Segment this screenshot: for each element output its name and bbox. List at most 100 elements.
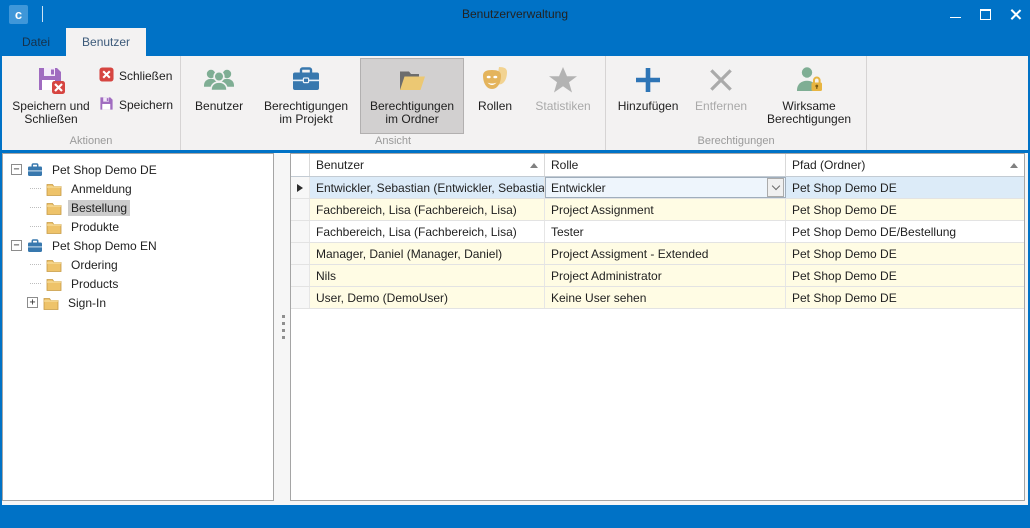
cell-pfad[interactable]: Pet Shop Demo DE [786, 199, 1024, 220]
rollen-button[interactable]: Rollen [466, 58, 524, 134]
tree-connector [30, 264, 41, 265]
cell-pfad[interactable]: Pet Shop Demo DE/Bestellung [786, 221, 1024, 242]
tree-connector [30, 207, 41, 208]
folder-tree: − Pet Shop Demo DE [2, 153, 274, 501]
tree-item-ordering[interactable]: Ordering [3, 255, 273, 274]
permissions-grid: Benutzer Rolle Pfad (Ordner) Entwickler,… [290, 153, 1025, 501]
close-icon [1010, 9, 1021, 20]
table-row[interactable]: Nils Project Administrator Pet Shop Demo… [291, 265, 1024, 287]
open-folder-icon [396, 63, 428, 97]
entfernen-label: Entfernen [695, 100, 747, 113]
ribbon-group-ansicht: Benutzer Berechtigungen im Projekt [181, 56, 606, 150]
cell-rolle[interactable]: Project Administrator [545, 265, 786, 286]
user-lock-icon [793, 63, 825, 97]
tree-item-produkte[interactable]: Produkte [3, 217, 273, 236]
panel-splitter[interactable] [276, 153, 290, 501]
cell-pfad[interactable]: Pet Shop Demo DE [786, 287, 1024, 308]
hinzufuegen-label: Hinzufügen [618, 100, 679, 113]
minimize-button[interactable] [940, 0, 970, 28]
cell-rolle[interactable]: Keine User sehen [545, 287, 786, 308]
cell-benutzer[interactable]: Fachbereich, Lisa (Fachbereich, Lisa) [310, 221, 545, 242]
users-icon [202, 63, 236, 97]
minimize-icon [950, 17, 961, 18]
tree-item-sign-in[interactable]: + Sign-In [3, 293, 273, 312]
row-indicator-header [291, 154, 310, 176]
cell-pfad[interactable]: Pet Shop Demo DE [786, 265, 1024, 286]
rolle-combobox-value: Entwickler [551, 181, 606, 195]
folder-icon [46, 276, 63, 291]
tree-label: Sign-In [65, 295, 109, 311]
column-header-label: Rolle [551, 158, 578, 172]
sort-ascending-icon [1010, 163, 1018, 168]
column-header-label: Benutzer [316, 158, 364, 172]
table-row[interactable]: Manager, Daniel (Manager, Daniel) Projec… [291, 243, 1024, 265]
close-button[interactable] [1000, 0, 1030, 28]
cell-benutzer[interactable]: Manager, Daniel (Manager, Daniel) [310, 243, 545, 264]
expander-plus-icon[interactable]: + [27, 297, 38, 308]
folder-icon [46, 257, 63, 272]
tree-item-pet-shop-demo-en[interactable]: − Pet Shop Demo EN [3, 236, 273, 255]
column-header-pfad[interactable]: Pfad (Ordner) [786, 154, 1024, 176]
app-window: c Benutzerverwaltung Datei Benutzer [0, 0, 1030, 528]
cell-pfad[interactable]: Pet Shop Demo DE [786, 243, 1024, 264]
group-caption-aktionen: Aktionen [2, 134, 180, 150]
hinzufuegen-button[interactable]: Hinzufügen [611, 58, 685, 134]
ribbon-group-aktionen: Speichern und Schließen Schließen [2, 56, 181, 150]
cell-rolle[interactable]: Project Assignment [545, 199, 786, 220]
quick-access-separator [42, 6, 43, 22]
main-content: − Pet Shop Demo DE [2, 153, 1028, 505]
cell-pfad[interactable]: Pet Shop Demo DE [786, 177, 1024, 198]
tree-item-anmeldung[interactable]: Anmeldung [3, 179, 273, 198]
dropdown-button[interactable] [767, 178, 784, 197]
schliessen-button[interactable]: Schließen [96, 66, 176, 86]
tree-item-pet-shop-demo-de[interactable]: − Pet Shop Demo DE [3, 160, 273, 179]
folder-icon [43, 295, 60, 310]
maximize-icon [980, 9, 991, 20]
tab-benutzer[interactable]: Benutzer [66, 28, 146, 56]
masks-icon [479, 63, 511, 97]
maximize-button[interactable] [970, 0, 1000, 28]
table-row[interactable]: Entwickler, Sebastian (Entwickler, Sebas… [291, 177, 1024, 199]
statistiken-button: Statistiken [526, 58, 600, 134]
column-header-rolle[interactable]: Rolle [545, 154, 786, 176]
row-indicator-cell [291, 265, 310, 286]
sort-ascending-icon [530, 163, 538, 168]
cell-benutzer[interactable]: Nils [310, 265, 545, 286]
folder-icon [46, 181, 63, 196]
speichern-und-schliessen-button[interactable]: Speichern und Schließen [7, 58, 95, 134]
cell-rolle[interactable]: Tester [545, 221, 786, 242]
expander-minus-icon[interactable]: − [11, 240, 22, 251]
table-row[interactable]: User, Demo (DemoUser) Keine User sehen P… [291, 287, 1024, 309]
tab-datei[interactable]: Datei [6, 28, 66, 56]
cell-rolle[interactable]: Project Assigment - Extended [545, 243, 786, 264]
speichern-label: Speichern [119, 98, 173, 112]
row-indicator-icon [297, 184, 303, 192]
row-indicator-cell [291, 287, 310, 308]
table-row[interactable]: Fachbereich, Lisa (Fachbereich, Lisa) Pr… [291, 199, 1024, 221]
cell-benutzer[interactable]: Entwickler, Sebastian (Entwickler, Sebas… [310, 177, 545, 198]
ribbon-group-berechtigungen: Hinzufügen Entfernen [606, 56, 867, 150]
expander-minus-icon[interactable]: − [11, 164, 22, 175]
column-header-benutzer[interactable]: Benutzer [310, 154, 545, 176]
berechtigungen-im-ordner-button[interactable]: Berechtigungen im Ordner [360, 58, 464, 134]
benutzer-view-button[interactable]: Benutzer [186, 58, 252, 134]
tree-label: Ordering [68, 257, 121, 273]
cell-benutzer[interactable]: User, Demo (DemoUser) [310, 287, 545, 308]
table-row[interactable]: Fachbereich, Lisa (Fachbereich, Lisa) Te… [291, 221, 1024, 243]
remove-x-icon [705, 63, 737, 97]
app-icon[interactable]: c [9, 5, 28, 24]
tree-connector [30, 226, 41, 227]
berechtigungen-im-projekt-button[interactable]: Berechtigungen im Projekt [254, 58, 358, 134]
wirksame-berechtigungen-button[interactable]: Wirksame Berechtigungen [757, 58, 861, 134]
berechtigungen-im-projekt-label: Berechtigungen im Projekt [259, 100, 353, 126]
speichern-button[interactable]: Speichern [96, 95, 176, 115]
cell-benutzer[interactable]: Fachbereich, Lisa (Fachbereich, Lisa) [310, 199, 545, 220]
row-indicator-cell [291, 199, 310, 220]
tree-item-bestellung[interactable]: Bestellung [3, 198, 273, 217]
rolle-combobox[interactable]: Entwickler [545, 177, 786, 198]
star-icon [547, 63, 579, 97]
berechtigungen-im-ordner-label: Berechtigungen im Ordner [365, 100, 459, 126]
wirksame-berechtigungen-label: Wirksame Berechtigungen [762, 100, 856, 126]
tree-label: Products [68, 276, 121, 292]
tree-item-products[interactable]: Products [3, 274, 273, 293]
